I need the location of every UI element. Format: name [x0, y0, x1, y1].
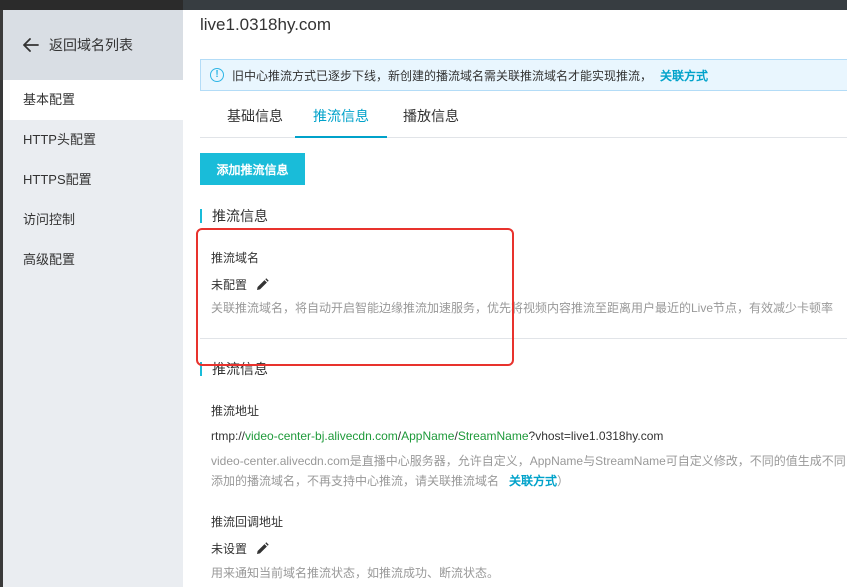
top-bar — [0, 0, 847, 10]
push-callback-value: 未设置 — [211, 540, 269, 557]
page-title: live1.0318hy.com — [200, 15, 332, 34]
section-title-push-address: 推流信息 — [200, 362, 268, 376]
back-label: 返回域名列表 — [49, 37, 133, 53]
info-icon: ! — [210, 68, 224, 82]
main-content: live1.0318hy.com ! 旧中心推流方式已逐步下线，新创建的播流域名… — [183, 10, 847, 587]
tab-bar: 基础信息 推流信息 播放信息 — [200, 98, 847, 138]
push-callback-status: 未设置 — [211, 542, 248, 556]
push-callback-desc: 用来通知当前域名推流状态，如推流成功、断流状态。 — [211, 566, 500, 580]
notice-link[interactable]: 关联方式 — [660, 67, 708, 84]
push-callback-label: 推流回调地址 — [211, 515, 284, 529]
tab-basic-info[interactable]: 基础信息 — [218, 98, 292, 138]
sidebar-item-basic-config[interactable]: 基本配置 — [3, 80, 183, 120]
sidebar-nav: 基本配置 HTTP头配置 HTTPS配置 访问控制 高级配置 — [3, 80, 183, 280]
add-push-info-button[interactable]: 添加推流信息 — [200, 153, 305, 185]
push-address-label: 推流地址 — [211, 404, 260, 418]
edit-pencil-icon[interactable] — [255, 541, 269, 556]
tab-push-info[interactable]: 推流信息 — [295, 98, 387, 138]
notice-text: 旧中心推流方式已逐步下线，新创建的播流域名需关联推流域名才能实现推流， — [232, 68, 653, 83]
arrow-left-icon — [23, 38, 39, 52]
push-domain-status: 未配置 — [211, 278, 248, 292]
section-title-push: 推流信息 — [200, 209, 268, 223]
back-to-domain-list-button[interactable]: 返回域名列表 — [3, 10, 183, 80]
push-domain-value: 未配置 — [211, 276, 269, 293]
sidebar-item-https-config[interactable]: HTTPS配置 — [3, 160, 183, 200]
sidebar-item-access-control[interactable]: 访问控制 — [3, 200, 183, 240]
push-address-url: rtmp://video-center-bj.alivecdn.com/AppN… — [211, 429, 664, 443]
association-link[interactable]: 关联方式 — [509, 474, 557, 488]
push-address-desc-line2: 添加的播流域名，不再支持中心推流，请关联推流域名 关联方式） — [211, 474, 570, 488]
push-address-desc-line1: video-center.alivecdn.com是直播中心服务器，允许自定义，… — [211, 454, 846, 468]
tab-play-info[interactable]: 播放信息 — [394, 98, 468, 138]
sidebar-item-http-header[interactable]: HTTP头配置 — [3, 120, 183, 160]
sidebar-item-advanced-config[interactable]: 高级配置 — [3, 240, 183, 280]
section-divider — [200, 338, 847, 339]
notice-banner: ! 旧中心推流方式已逐步下线，新创建的播流域名需关联推流域名才能实现推流， 关联… — [200, 59, 847, 91]
sidebar: 返回域名列表 基本配置 HTTP头配置 HTTPS配置 访问控制 高级配置 — [0, 10, 183, 587]
edit-pencil-icon[interactable] — [255, 277, 269, 292]
push-domain-desc: 关联推流域名，将自动开启智能边缘推流加速服务，优先将视频内容推流至距离用户最近的… — [211, 301, 834, 315]
push-domain-label: 推流域名 — [211, 251, 260, 265]
